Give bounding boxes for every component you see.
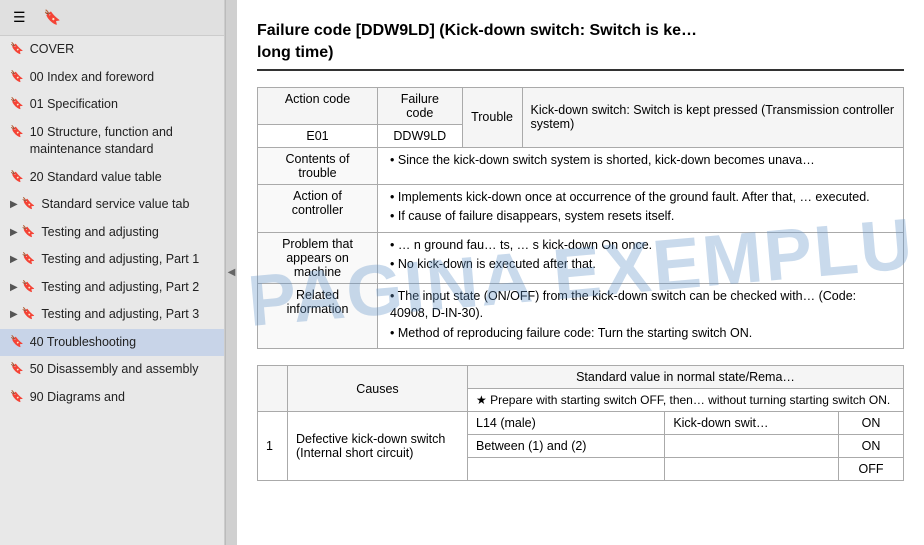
bookmark-icon-cover: 🔖 (10, 42, 24, 57)
sidebar-label-testing-adj-1: Testing and adjusting, Part 1 (41, 251, 216, 269)
menu-button[interactable]: ☰ (8, 6, 31, 29)
sidebar-item-testing-adj-1[interactable]: ▶ 🔖 Testing and adjusting, Part 1 (0, 246, 224, 274)
sidebar-label-50-disassembly: 50 Disassembly and assembly (30, 361, 216, 379)
col-header-trouble: Trouble (462, 87, 522, 147)
sidebar-item-testing-adj-3[interactable]: ▶ 🔖 Testing and adjusting, Part 3 (0, 301, 224, 329)
bookmark-icon-20-standard: 🔖 (10, 170, 24, 185)
expand-icon-testing-adj: ▶ (10, 226, 18, 240)
col-header-trouble-desc: Kick-down switch: Switch is kept pressed… (522, 87, 904, 147)
connector-empty (468, 458, 665, 481)
sidebar-label-standard-service: Standard service value tab (41, 196, 216, 214)
row-content-related: The input state (ON/OFF) from the kick-d… (378, 283, 904, 349)
sidebar-item-20-standard[interactable]: 🔖 20 Standard value table (0, 164, 224, 192)
bookmark-icon-00-index: 🔖 (10, 70, 24, 85)
sidebar-item-testing-adj-2[interactable]: ▶ 🔖 Testing and adjusting, Part 2 (0, 274, 224, 302)
row-label-contents: Contents oftrouble (258, 147, 378, 184)
connector-l14: L14 (male) (468, 412, 665, 435)
col-header-action-code: Action code (258, 87, 378, 124)
bookmark-icon-90-diagrams: 🔖 (10, 390, 24, 405)
row-content-problem: … n ground fau… ts, … s kick-down On onc… (378, 232, 904, 283)
row-content-action: Implements kick-down once at occurrence … (378, 184, 904, 232)
bookmark-icon: 🔖 (44, 9, 61, 25)
terminal-empty (665, 435, 839, 458)
sidebar: ☰ 🔖 🔖 COVER 🔖 00 Index and foreword 🔖 01 Spec… (0, 0, 225, 545)
state-on-2: ON (838, 435, 903, 458)
sidebar-item-40-troubleshooting[interactable]: 🔖 40 Troubleshooting (0, 329, 224, 357)
col-prepare-note: ★ Prepare with starting switch OFF, then… (468, 389, 904, 412)
failure-code-value: DDW9LD (378, 124, 463, 147)
expand-icon-testing-adj-2: ▶ (10, 281, 18, 295)
info-table: Action code Failure code Trouble Kick-do… (257, 87, 904, 350)
row-content-contents: Since the kick-down switch system is sho… (378, 147, 904, 184)
sidebar-label-20-standard: 20 Standard value table (30, 169, 216, 187)
causes-row-1: 1 Defective kick-down switch (Internal s… (258, 412, 904, 435)
sidebar-item-90-diagrams[interactable]: 🔖 90 Diagrams and (0, 384, 224, 412)
bookmark-icon-50-disassembly: 🔖 (10, 362, 24, 377)
sidebar-item-10-structure[interactable]: 🔖 10 Structure, function and maintenance … (0, 119, 224, 164)
sidebar-label-testing-adj-3: Testing and adjusting, Part 3 (41, 306, 216, 324)
sidebar-item-cover[interactable]: 🔖 COVER (0, 36, 224, 64)
sidebar-item-01-spec[interactable]: 🔖 01 Specification (0, 91, 224, 119)
sidebar-label-testing-adj: Testing and adjusting (41, 224, 216, 242)
bookmark-icon-10-structure: 🔖 (10, 125, 24, 140)
row-label-problem: Pro­b­l­em thata­p­p­e­a­r­s onmac­h­i­n… (258, 232, 378, 283)
bookmark-icon-testing-adj-1: 🔖 (22, 252, 36, 267)
page-title: Failure code [DDW9LD] (Kick-down switch:… (257, 20, 904, 71)
main-content: PAGINA EXEMPLU Failure code [DDW9LD] (Ki… (237, 0, 924, 545)
sidebar-label-90-diagrams: 90 Diagrams and (30, 389, 216, 407)
row-label-action: Action ofcontroller (258, 184, 378, 232)
table-row-problem: Pro­b­l­em thata­p­p­e­a­r­s onmac­h­i­n… (258, 232, 904, 283)
collapse-handle[interactable]: ◀ (225, 0, 237, 545)
row-label-related: Relatedinformation (258, 283, 378, 349)
terminal-kickdown: Kick-down swit… (665, 412, 839, 435)
sidebar-label-40-troubleshooting: 40 Troubleshooting (30, 334, 216, 352)
sidebar-label-10-structure: 10 Structure, function and maintenance s… (30, 124, 216, 159)
sidebar-toolbar: ☰ 🔖 (0, 0, 224, 36)
sidebar-label-cover: COVER (30, 41, 216, 59)
action-code-value: E01 (258, 124, 378, 147)
collapse-arrow-icon: ◀ (228, 267, 236, 278)
table-row-contents: Contents oftrouble Since the kick-down s… (258, 147, 904, 184)
row-cause-1: Defective kick-down switch (Internal sho… (288, 412, 468, 481)
state-off: OFF (838, 458, 903, 481)
sidebar-item-standard-service[interactable]: ▶ 🔖 Standard service value tab (0, 191, 224, 219)
sidebar-item-00-index[interactable]: 🔖 00 Index and foreword (0, 64, 224, 92)
state-on-1: ON (838, 412, 903, 435)
bookmark-icon-40-troubleshooting: 🔖 (10, 335, 24, 350)
bookmark-icon-standard-service: 🔖 (22, 197, 36, 212)
col-header-failure-code: Failure code (378, 87, 463, 124)
bookmark-icon-testing-adj-3: 🔖 (22, 307, 36, 322)
row-num-1: 1 (258, 412, 288, 481)
sidebar-label-testing-adj-2: Testing and adjusting, Part 2 (41, 279, 216, 297)
table-row-related: Relatedinformation The input state (ON/O… (258, 283, 904, 349)
sidebar-item-50-disassembly[interactable]: 🔖 50 Disassembly and assembly (0, 356, 224, 384)
sidebar-label-00-index: 00 Index and foreword (30, 69, 216, 87)
table-row-action: Action ofcontroller Implements kick-down… (258, 184, 904, 232)
col-num-header (258, 366, 288, 412)
sidebar-label-01-spec: 01 Specification (30, 96, 216, 114)
sidebar-nav: 🔖 COVER 🔖 00 Index and foreword 🔖 01 Specific… (0, 36, 224, 545)
menu-icon: ☰ (13, 9, 26, 25)
col-causes-header: Causes (288, 366, 468, 412)
col-standard-header: Standard value in normal state/Rema… (468, 366, 904, 389)
terminal-empty-2 (665, 458, 839, 481)
bookmark-button[interactable]: 🔖 (39, 6, 66, 29)
bookmark-icon-01-spec: 🔖 (10, 97, 24, 112)
expand-icon-standard-service: ▶ (10, 198, 18, 212)
sidebar-item-testing-adj[interactable]: ▶ 🔖 Testing and adjusting (0, 219, 224, 247)
expand-icon-testing-adj-1: ▶ (10, 253, 18, 267)
causes-table: Causes Standard value in normal state/Re… (257, 365, 904, 481)
bookmark-icon-testing-adj: 🔖 (22, 225, 36, 240)
expand-icon-testing-adj-3: ▶ (10, 308, 18, 322)
bookmark-icon-testing-adj-2: 🔖 (22, 280, 36, 295)
connector-between: Between (1) and (2) (468, 435, 665, 458)
